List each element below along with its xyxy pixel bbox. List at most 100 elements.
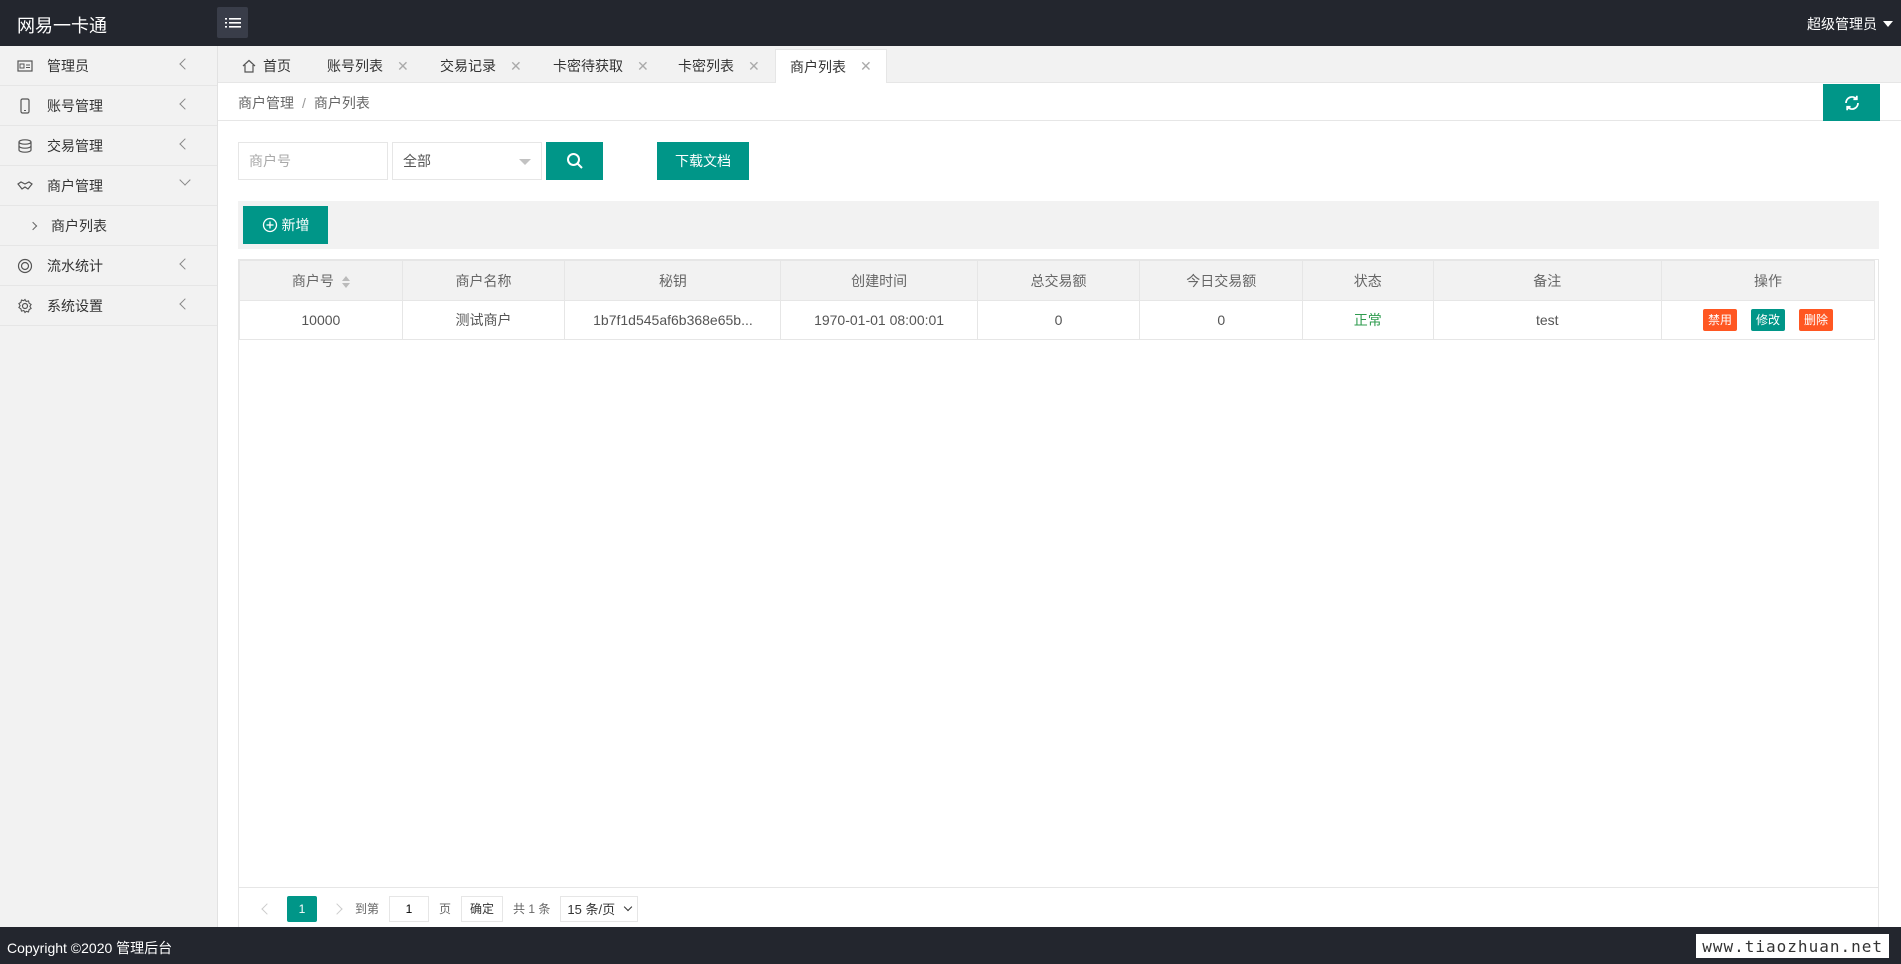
tab-label: 卡密列表 [678,58,734,74]
sort-icon[interactable] [341,275,350,288]
search-icon [566,153,583,169]
cell-status: 正常 [1302,300,1434,340]
chevron-right-icon [28,221,38,230]
breadcrumb: 商户管理 / 商户列表 [238,93,370,113]
goto-confirm-button[interactable]: 确定 [461,895,504,922]
top-header: 网易一卡通 超级管理员 [0,0,1901,46]
chevron-down-icon [179,174,191,186]
goto-page-input[interactable] [389,895,430,922]
refresh-button[interactable] [1823,84,1880,121]
column-header-total-amount: 总交易额 [976,260,1141,301]
tab-card-list[interactable]: 卡密列表 ✕ [678,49,760,83]
sidebar-item-label: 系统设置 [47,297,103,314]
close-icon[interactable]: ✕ [510,58,522,75]
tab-label: 首页 [263,58,291,74]
table-header-row: 商户号 商户名称 秘钥 创建时间 总交易额 今日交易额 状态 备注 操作 [239,260,1875,301]
close-icon[interactable]: ✕ [748,58,760,75]
sidebar-item-transactions[interactable]: 交易管理 [0,126,217,166]
chevron-down-icon [623,902,633,911]
tab-merchant-list[interactable]: 商户列表 ✕ [775,49,887,83]
cell-today-amount: 0 [1139,300,1304,340]
close-icon[interactable]: ✕ [860,58,872,75]
tab-label: 商户列表 [790,58,846,75]
add-label: 新增 [281,217,310,233]
sidebar-item-label: 账号管理 [47,97,103,114]
tab-transactions[interactable]: 交易记录 ✕ [440,49,522,83]
tab-label: 交易记录 [440,58,496,74]
breadcrumb-current: 商户列表 [313,95,370,111]
sidebar-item-label: 管理员 [47,57,89,74]
sidebar-item-statistics[interactable]: 流水统计 [0,246,217,286]
page-size-select[interactable]: 15 条/页 [560,895,639,922]
tab-bar: 首页 账号列表 ✕ 交易记录 ✕ 卡密待获取 ✕ 卡密列表 ✕ 商户列表 ✕ [218,46,1901,83]
goto-label: 到第 [355,902,380,916]
cell-merchant-id: 10000 [239,300,403,340]
phone-icon [17,97,33,114]
column-header-remark: 备注 [1432,260,1662,301]
merchant-table-container: 商户号 商户名称 秘钥 创建时间 总交易额 今日交易额 状态 备注 操作 100… [238,259,1879,930]
column-header-merchant-id[interactable]: 商户号 [239,260,403,301]
close-icon[interactable]: ✕ [397,58,409,75]
sidebar-item-admin[interactable]: 管理员 [0,46,217,86]
pagination: 1 到第 页 确定 共 1 条 15 条/页 [239,887,1878,929]
home-icon [242,59,256,73]
user-menu[interactable]: 超级管理员 [1807,14,1893,34]
breadcrumb-parent[interactable]: 商户管理 [238,95,294,111]
tab-card-pending[interactable]: 卡密待获取 ✕ [553,49,649,83]
breadcrumb-separator: / [302,95,306,111]
search-button[interactable] [546,142,603,180]
chevron-left-icon [179,58,191,70]
close-icon[interactable]: ✕ [637,58,649,75]
merchant-table: 商户号 商户名称 秘钥 创建时间 总交易额 今日交易额 状态 备注 操作 100… [239,260,1875,340]
add-merchant-button[interactable]: 新增 [243,206,328,244]
disable-button[interactable]: 禁用 [1702,309,1737,331]
chevron-left-icon [179,298,191,310]
page-label: 页 [439,902,452,916]
menu-toggle-button[interactable] [217,7,248,38]
sidebar-item-label: 流水统计 [47,257,103,274]
sidebar-item-settings[interactable]: 系统设置 [0,286,217,326]
total-count: 共 1 条 [513,902,551,916]
cell-secret-key: 1b7f1d545af6b368e65b... [564,300,782,340]
cell-total-amount: 0 [976,300,1141,340]
column-header-created-time: 创建时间 [780,260,978,301]
column-header-today-amount: 今日交易额 [1139,260,1304,301]
table-row: 10000 测试商户 1b7f1d545af6b368e65b... 1970-… [239,300,1875,340]
user-name: 超级管理员 [1807,16,1877,32]
sidebar-item-accounts[interactable]: 账号管理 [0,86,217,126]
caret-down-icon [519,159,531,165]
database-icon [17,138,33,154]
sidebar-item-merchants[interactable]: 商户管理 [0,166,217,206]
cell-actions: 禁用 修改 删除 [1661,300,1875,340]
chevron-left-icon [179,258,191,270]
sidebar: 管理员 账号管理 交易管理 商户管理 商户列表 流水统计 系统设置 [0,46,218,927]
watermark: www.tiaozhuan.net [1696,934,1889,958]
handshake-icon [17,178,33,194]
column-header-status: 状态 [1302,260,1434,301]
sidebar-item-label: 交易管理 [47,137,103,154]
plus-circle-icon [262,217,277,233]
edit-button[interactable]: 修改 [1750,309,1785,331]
chevron-left-icon [179,138,191,150]
delete-button[interactable]: 删除 [1799,309,1834,331]
brand-logo[interactable]: 网易一卡通 [17,12,107,38]
select-value: 全部 [403,153,431,169]
sidebar-item-label: 商户管理 [47,177,103,194]
download-docs-button[interactable]: 下载文档 [657,142,749,180]
tab-account-list[interactable]: 账号列表 ✕ [327,49,409,83]
column-header-merchant-name: 商户名称 [401,260,566,301]
gear-icon [17,298,33,314]
status-select[interactable]: 全部 [392,142,542,180]
copyright-text: Copyright ©2020 管理后台 [7,940,173,956]
prev-page-icon[interactable] [261,902,273,915]
table-toolbar: 新增 [238,201,1879,249]
tab-label: 账号列表 [327,58,383,74]
tab-home[interactable]: 首页 [241,49,291,83]
sidebar-subitem-merchant-list[interactable]: 商户列表 [0,206,217,246]
breadcrumb-bar: 商户管理 / 商户列表 [218,83,1901,121]
merchant-id-search-input[interactable] [238,142,388,180]
page-number-current[interactable]: 1 [287,895,317,922]
cell-merchant-name: 测试商户 [401,300,566,340]
footer: Copyright ©2020 管理后台 www.tiaozhuan.net [0,927,1901,964]
next-page-icon[interactable] [331,902,343,915]
